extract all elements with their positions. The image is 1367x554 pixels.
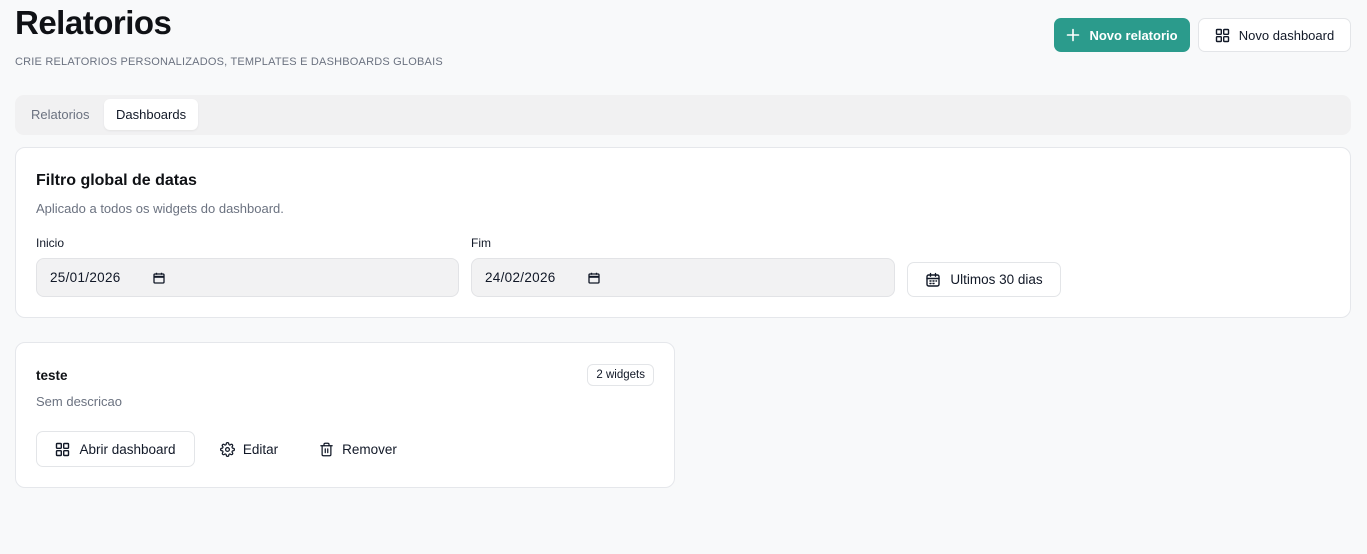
start-date-value: 25/01/2026	[50, 270, 121, 285]
reports-page: Relatorios CRIE RELATORIOS PERSONALIZADO…	[0, 0, 1367, 554]
remove-dashboard-button[interactable]: Remover	[312, 431, 404, 467]
page-subtitle: CRIE RELATORIOS PERSONALIZADOS, TEMPLATE…	[15, 56, 443, 68]
trash-icon	[319, 442, 334, 457]
dashboard-card: teste 2 widgets Sem descricao Abrir dash…	[15, 342, 675, 488]
filter-title: Filtro global de datas	[36, 172, 197, 189]
remove-label: Remover	[342, 441, 397, 457]
filter-description: Aplicado a todos os widgets do dashboard…	[36, 201, 284, 216]
last-30-days-label: Ultimos 30 dias	[950, 272, 1043, 287]
new-dashboard-button[interactable]: Novo dashboard	[1198, 18, 1351, 52]
calendar-icon[interactable]	[153, 272, 165, 284]
gear-icon	[219, 441, 235, 457]
dashboard-name: teste	[36, 368, 68, 383]
start-date-label: Inicio	[36, 236, 65, 250]
start-date-input[interactable]: 25/01/2026	[36, 258, 459, 297]
grid-icon	[1215, 28, 1230, 43]
calendar-icon[interactable]	[588, 272, 600, 284]
new-dashboard-label: Novo dashboard	[1238, 27, 1335, 43]
new-report-label: Novo relatorio	[1089, 27, 1178, 43]
edit-label: Editar	[242, 441, 279, 457]
end-date-label: Fim	[471, 236, 491, 250]
grid-icon	[55, 442, 70, 457]
calendar-icon	[925, 272, 941, 288]
end-date-value: 24/02/2026	[485, 270, 556, 285]
edit-dashboard-button[interactable]: Editar	[211, 431, 287, 467]
tabs-bar: Relatorios Dashboards	[15, 95, 1351, 135]
widgets-count-badge: 2 widgets	[587, 364, 654, 386]
plus-icon	[1066, 28, 1080, 42]
last-30-days-button[interactable]: Ultimos 30 dias	[907, 262, 1061, 297]
date-filter-card: Filtro global de datas Aplicado a todos …	[15, 147, 1351, 318]
open-dashboard-button[interactable]: Abrir dashboard	[36, 431, 195, 467]
tab-relatorios[interactable]: Relatorios	[19, 99, 102, 130]
end-date-input[interactable]: 24/02/2026	[471, 258, 895, 297]
tab-dashboards[interactable]: Dashboards	[104, 99, 199, 130]
new-report-button[interactable]: Novo relatorio	[1054, 18, 1190, 52]
page-title: Relatorios	[15, 4, 172, 41]
open-dashboard-label: Abrir dashboard	[79, 441, 176, 457]
dashboard-description: Sem descricao	[36, 394, 122, 409]
